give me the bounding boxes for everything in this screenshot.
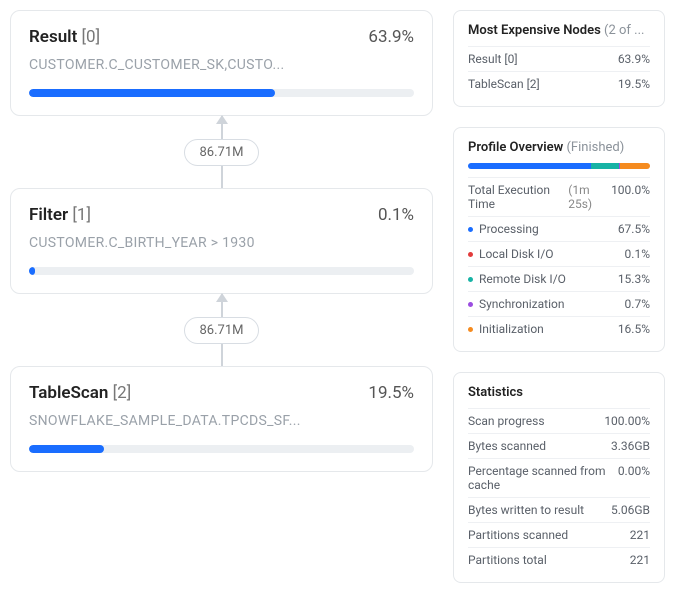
panel-title: Most Expensive Nodes (2 of ... [468,23,650,38]
node-detail: SNOWFLAKE_SAMPLE_DATA.TPCDS_SF... [29,413,414,429]
node-title: Filter [1] [29,205,91,225]
stat-row: Partitions total221 [468,547,650,572]
expensive-row[interactable]: Result [0] 63.9% [468,46,650,71]
statistics-panel: Statistics Scan progress100.00%Bytes sca… [453,372,665,583]
node-percent: 19.5% [368,383,414,403]
time-breakdown-bar [468,163,650,169]
overview-metric-row: Remote Disk I/O15.3% [468,266,650,291]
plan-node-result[interactable]: Result [0] 63.9% CUSTOMER.C_CUSTOMER_SK,… [10,10,433,116]
panel-title: Statistics [468,385,650,400]
stat-row: Scan progress100.00% [468,408,650,433]
expensive-row[interactable]: TableScan [2] 19.5% [468,71,650,96]
edge: 86.71M [10,294,433,366]
node-detail: CUSTOMER.C_CUSTOMER_SK,CUSTO... [29,57,414,73]
overview-metric-row: Synchronization0.7% [468,291,650,316]
overview-metric-row: Processing67.5% [468,216,650,241]
expensive-nodes-panel: Most Expensive Nodes (2 of ... Result [0… [453,10,665,107]
dot-icon [468,252,473,257]
stat-row: Bytes scanned3.36GB [468,433,650,458]
dot-icon [468,227,473,232]
plan-node-filter[interactable]: Filter [1] 0.1% CUSTOMER.C_BIRTH_YEAR > … [10,188,433,294]
stat-row: Bytes written to result5.06GB [468,497,650,522]
overview-metric-row: Local Disk I/O0.1% [468,241,650,266]
node-percent: 0.1% [378,205,414,225]
edge: 86.71M [10,116,433,188]
dot-icon [468,277,473,282]
stat-row: Percentage scanned from cache0.00% [468,458,650,497]
total-execution-row: Total Execution Time (1m 25s) 100.0% [468,177,650,216]
stat-row: Partitions scanned221 [468,522,650,547]
overview-metric-row: Initialization16.5% [468,316,650,341]
plan-node-tablescan[interactable]: TableScan [2] 19.5% SNOWFLAKE_SAMPLE_DAT… [10,366,433,472]
dot-icon [468,327,473,332]
edge-rowcount: 86.71M [184,139,258,166]
arrow-up-icon [216,115,228,124]
panel-title: Profile Overview (Finished) [468,140,650,155]
query-plan-graph: Result [0] 63.9% CUSTOMER.C_CUSTOMER_SK,… [10,10,433,583]
arrow-up-icon [216,293,228,302]
edge-rowcount: 86.71M [184,317,258,344]
profile-overview-panel: Profile Overview (Finished) Total Execut… [453,127,665,352]
node-cost-bar [29,267,414,275]
node-cost-bar [29,445,414,453]
node-title: Result [0] [29,27,100,47]
dot-icon [468,302,473,307]
node-detail: CUSTOMER.C_BIRTH_YEAR > 1930 [29,235,414,251]
node-percent: 63.9% [368,27,414,47]
node-cost-bar [29,89,414,97]
node-title: TableScan [2] [29,383,131,403]
